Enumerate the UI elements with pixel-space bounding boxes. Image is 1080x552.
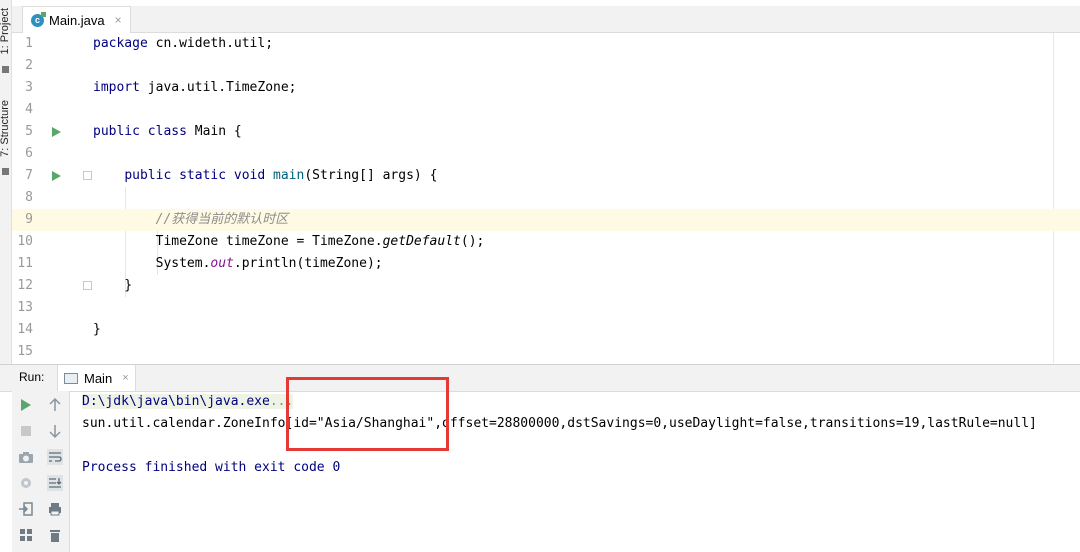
code-text: TimeZone timeZone = TimeZone.getDefault(… <box>93 234 485 249</box>
code-editor[interactable]: 1 package cn.wideth.util; 2 3 import jav… <box>12 33 1080 363</box>
code-text: import java.util.TimeZone; <box>93 80 297 95</box>
run-main-icon[interactable] <box>52 171 61 181</box>
code-line: 6 <box>12 143 1080 165</box>
line-number: 2 <box>25 58 33 73</box>
line-number: 13 <box>17 300 33 315</box>
code-line: 4 <box>12 99 1080 121</box>
layout-icon[interactable] <box>18 527 34 543</box>
console-line-command: D:\jdk\java\bin\java.exe... <box>82 391 294 413</box>
fold-icon[interactable] <box>83 171 92 180</box>
fold-icon[interactable] <box>83 281 92 290</box>
rerun-icon[interactable] <box>18 397 34 413</box>
run-tab-label: Main <box>84 370 113 386</box>
close-tab-icon[interactable]: × <box>115 13 122 27</box>
tab-label: Main.java <box>49 12 105 28</box>
code-line: 10 TimeZone timeZone = TimeZone.getDefau… <box>12 231 1080 253</box>
arrow-up-icon[interactable] <box>47 397 63 413</box>
line-number: 12 <box>17 278 33 293</box>
console-output[interactable]: D:\jdk\java\bin\java.exe... sun.util.cal… <box>70 391 1080 552</box>
code-line: 1 package cn.wideth.util; <box>12 33 1080 55</box>
settings-icon[interactable] <box>18 475 34 491</box>
code-line: 3 import java.util.TimeZone; <box>12 77 1080 99</box>
project-icon <box>2 66 9 73</box>
run-window-header: Run: Main × <box>0 364 1080 392</box>
code-text: public static void main(String[] args) { <box>124 168 438 183</box>
line-number: 6 <box>25 146 33 161</box>
arrow-down-icon[interactable] <box>47 423 63 439</box>
code-line: 12 } <box>12 275 1080 297</box>
line-number: 4 <box>25 102 33 117</box>
highlight-box <box>286 377 449 451</box>
run-class-icon[interactable] <box>52 127 61 137</box>
run-label: Run: <box>19 370 45 384</box>
close-run-tab-icon[interactable]: × <box>122 372 128 384</box>
run-toolbar-primary <box>12 391 43 552</box>
line-number: 1 <box>25 36 33 51</box>
code-line-current: 9 //获得当前的默认时区 <box>12 209 1080 231</box>
code-line: 8 <box>12 187 1080 209</box>
code-text: } <box>93 322 101 337</box>
console-icon <box>64 372 78 384</box>
run-toolbar-secondary <box>42 391 70 552</box>
code-comment: //获得当前的默认时区 <box>93 212 289 227</box>
code-line: 5 public class Main { <box>12 121 1080 143</box>
console-line-finished: Process finished with exit code 0 <box>82 460 341 475</box>
code-text: } <box>93 278 133 293</box>
left-tool-strip: 1: Project 7: Structure <box>0 0 12 364</box>
line-number: 14 <box>17 322 33 337</box>
line-number: 8 <box>25 190 33 205</box>
print-icon[interactable] <box>47 501 63 517</box>
line-number: 11 <box>17 256 33 271</box>
line-number: 5 <box>25 124 33 139</box>
command-path: D:\jdk\java\bin\java.exe <box>82 394 270 409</box>
structure-icon <box>2 168 9 175</box>
line-number: 9 <box>25 212 33 227</box>
camera-icon[interactable] <box>18 449 34 465</box>
line-number: 7 <box>25 168 33 183</box>
structure-tool-button[interactable]: 7: Structure <box>0 100 11 157</box>
project-tool-button[interactable]: 1: Project <box>0 8 11 54</box>
code-text: public class Main { <box>93 124 242 139</box>
line-number: 3 <box>25 80 33 95</box>
editor-tab-bar: c Main.java × <box>12 6 1080 33</box>
trash-icon[interactable] <box>47 527 63 543</box>
code-line: 11 System.out.println(timeZone); <box>12 253 1080 275</box>
code-line: 14 } <box>12 319 1080 341</box>
code-line: 7 public static void main(String[] args)… <box>12 165 1080 187</box>
code-text: package cn.wideth.util; <box>93 36 274 51</box>
stop-icon[interactable] <box>18 423 34 439</box>
tab-main-java[interactable]: c Main.java × <box>22 6 131 33</box>
line-number: 10 <box>17 234 33 249</box>
scroll-to-end-icon[interactable] <box>47 475 63 491</box>
code-line: 15 <box>12 341 1080 363</box>
console-line-output: sun.util.calendar.ZoneInfo[id="Asia/Shan… <box>82 416 1037 431</box>
code-line: 13 <box>12 297 1080 319</box>
soft-wrap-icon[interactable] <box>47 449 63 465</box>
tab-run-main[interactable]: Main × <box>57 365 136 391</box>
exit-icon[interactable] <box>18 501 34 517</box>
code-text: System.out.println(timeZone); <box>93 256 383 271</box>
java-class-icon: c <box>31 11 46 27</box>
code-line: 2 <box>12 55 1080 77</box>
line-number: 15 <box>17 344 33 359</box>
